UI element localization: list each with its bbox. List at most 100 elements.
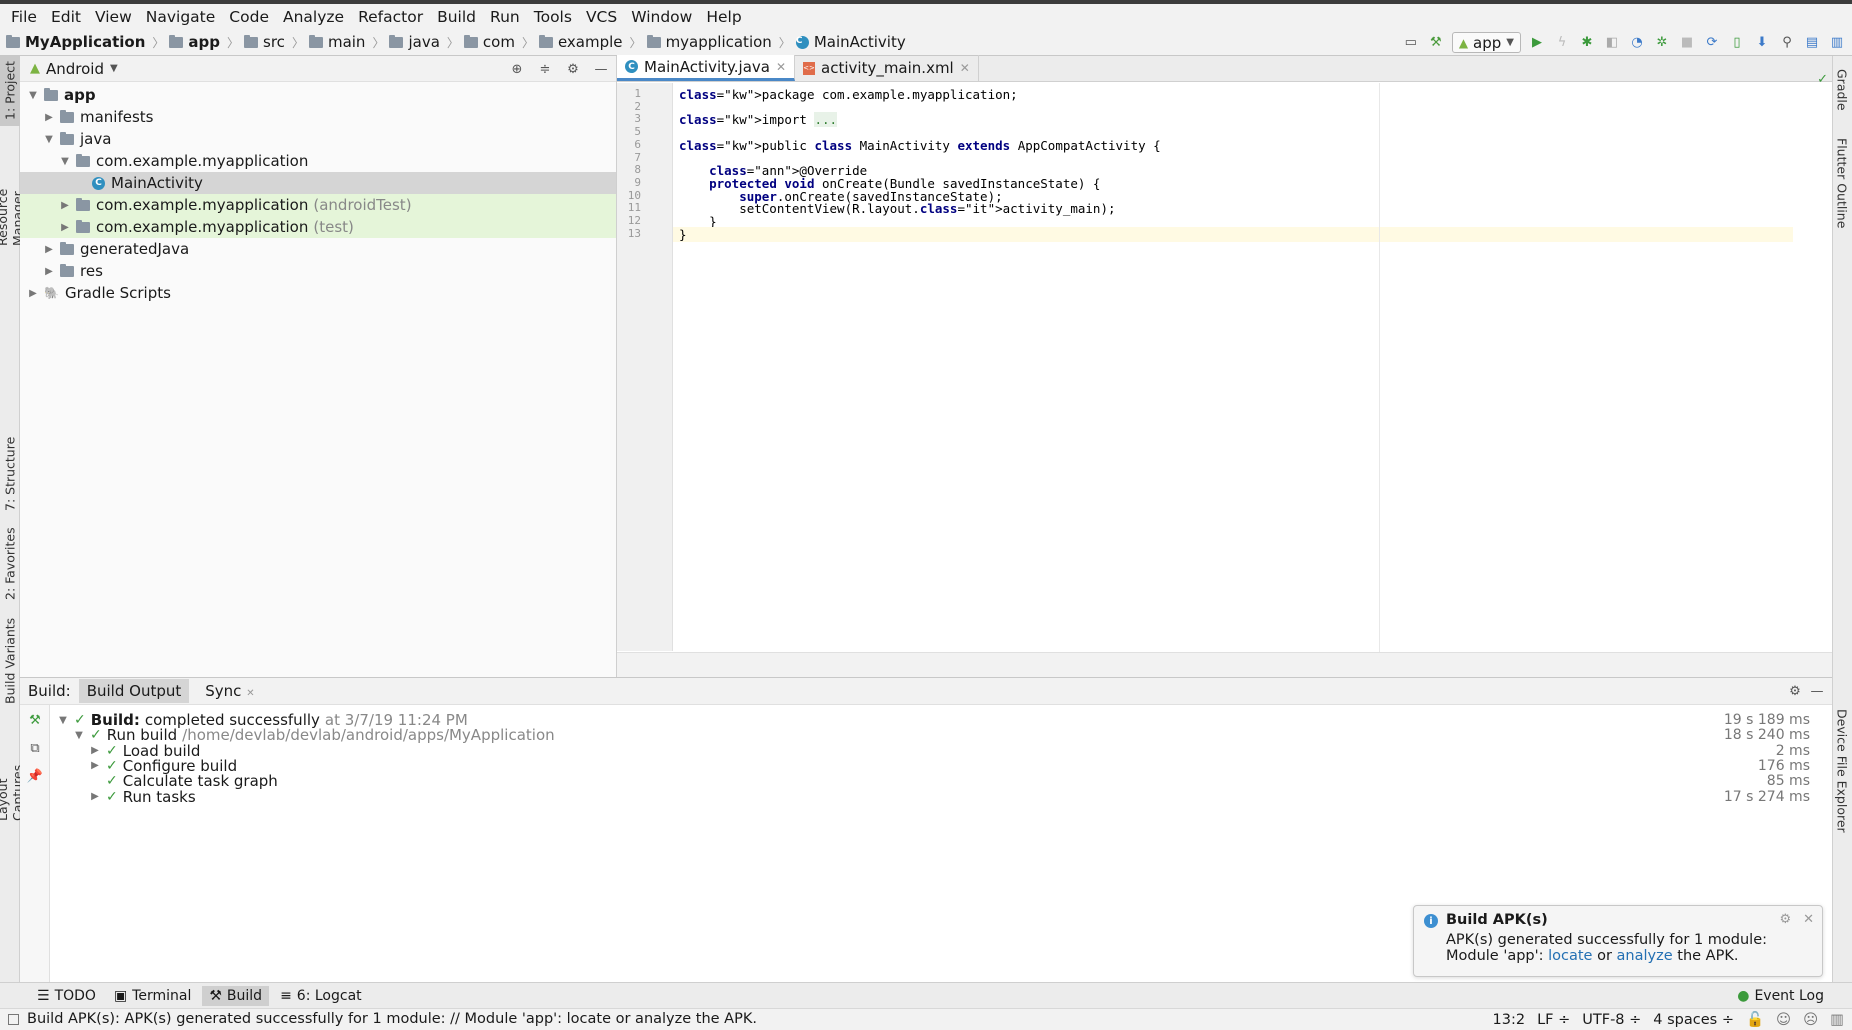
menu-build[interactable]: Build: [430, 8, 483, 26]
gear-icon[interactable]: ⚙: [564, 60, 582, 78]
rebuild-hammer-icon[interactable]: ⚒: [26, 711, 44, 729]
menu-edit[interactable]: Edit: [44, 8, 88, 26]
tab-sync[interactable]: Sync ✕: [197, 679, 262, 703]
breadcrumb-src[interactable]: src: [244, 33, 285, 51]
lock-icon[interactable]: 🔓: [1746, 1011, 1764, 1028]
breadcrumb-com[interactable]: com: [463, 33, 515, 51]
expand-arrow-icon[interactable]: ▼: [56, 715, 70, 726]
tab-structure[interactable]: 7: Structure: [0, 436, 20, 511]
analyze-link[interactable]: analyze: [1617, 948, 1673, 964]
tab-mainactivity-java[interactable]: C MainActivity.java ✕: [617, 55, 796, 81]
locate-target-icon[interactable]: ⊕: [508, 60, 526, 78]
menu-tools[interactable]: Tools: [527, 8, 579, 26]
gear-icon[interactable]: ⚙: [1779, 912, 1791, 927]
run-configuration-dropdown[interactable]: ▲ app ▼: [1451, 32, 1521, 53]
collapse-arrow-icon[interactable]: ▶: [88, 760, 102, 771]
tab-build[interactable]: ⚒ Build: [202, 985, 270, 1006]
tree-item[interactable]: C MainActivity: [20, 172, 616, 194]
debug-icon[interactable]: ✱: [1578, 34, 1596, 52]
smiley-icon[interactable]: ☺: [1776, 1012, 1791, 1028]
locate-link[interactable]: locate: [1548, 948, 1592, 964]
expand-arrow-icon[interactable]: ▼: [58, 156, 72, 167]
tab-favorites[interactable]: 2: Favorites: [0, 526, 20, 601]
tree-item[interactable]: ▶ com.example.myapplication (test): [20, 216, 616, 238]
collapse-arrow-icon[interactable]: ▶: [42, 112, 56, 123]
menu-file[interactable]: File: [4, 8, 44, 26]
sdk-manager-icon[interactable]: ⬇: [1753, 34, 1771, 52]
status-message[interactable]: Build APK(s): APK(s) generated successfu…: [27, 1011, 757, 1027]
project-structure-icon[interactable]: ▤: [1803, 34, 1821, 52]
breadcrumb-example[interactable]: example: [538, 33, 623, 51]
minimize-icon[interactable]: —: [1808, 682, 1826, 700]
tab-terminal[interactable]: ▣ Terminal: [107, 986, 198, 1006]
menu-code[interactable]: Code: [222, 8, 276, 26]
menu-analyze[interactable]: Analyze: [276, 8, 351, 26]
breadcrumb-java[interactable]: java: [389, 33, 440, 51]
breadcrumb-myapplication[interactable]: myapplication: [646, 33, 772, 51]
collapse-arrow-icon[interactable]: ▶: [88, 791, 102, 802]
memory-indicator-icon[interactable]: ▥: [1830, 1012, 1844, 1028]
make-project-hammer-icon[interactable]: ⚒: [1427, 34, 1445, 52]
collapse-arrow-icon[interactable]: ▶: [42, 266, 56, 277]
tab-build-variants[interactable]: Build Variants: [0, 616, 20, 706]
tree-item[interactable]: ▶ com.example.myapplication (androidTest): [20, 194, 616, 216]
menu-refactor[interactable]: Refactor: [351, 8, 430, 26]
run-icon[interactable]: ▶: [1528, 34, 1546, 52]
breadcrumb-app[interactable]: app: [169, 33, 220, 51]
indent-settings[interactable]: 4 spaces ÷: [1653, 1012, 1734, 1028]
minimize-icon[interactable]: —: [592, 60, 610, 78]
menu-vcs[interactable]: VCS: [579, 8, 624, 26]
menu-view[interactable]: View: [88, 8, 139, 26]
tree-item[interactable]: ▶ generatedJava: [20, 238, 616, 260]
build-row[interactable]: ▶ ✓ Run tasks: [88, 788, 196, 806]
stop-icon[interactable]: ■: [1678, 34, 1696, 52]
menu-help[interactable]: Help: [699, 8, 748, 26]
close-icon[interactable]: ✕: [776, 60, 786, 74]
collapse-arrow-icon[interactable]: ▶: [58, 200, 72, 211]
pin-icon[interactable]: 📌: [26, 767, 44, 785]
tab-layout-captures[interactable]: Layout Captures: [0, 721, 25, 821]
tab-resource-manager[interactable]: Resource Manager: [0, 136, 25, 246]
avd-manager-icon[interactable]: ▯: [1728, 34, 1746, 52]
breadcrumb-project[interactable]: MyApplication: [6, 33, 145, 51]
toggle-view-icon[interactable]: ⧉: [26, 739, 44, 757]
tree-item[interactable]: ▶ res: [20, 260, 616, 282]
tree-item[interactable]: ▶ 🐘 Gradle Scripts: [20, 282, 616, 304]
collapse-all-icon[interactable]: ≑: [536, 60, 554, 78]
tree-item[interactable]: ▼ app: [20, 84, 616, 106]
frown-icon[interactable]: ☹: [1803, 1012, 1818, 1028]
tree-item[interactable]: ▼ com.example.myapplication: [20, 150, 616, 172]
caret-position[interactable]: 13:2: [1493, 1012, 1526, 1028]
expand-arrow-icon[interactable]: ▼: [72, 730, 86, 741]
sync-gradle-icon[interactable]: ⟳: [1703, 34, 1721, 52]
tab-device-file-explorer[interactable]: Device File Explorer: [1832, 706, 1852, 836]
run-with-coverage-icon[interactable]: ◧: [1603, 34, 1621, 52]
apply-changes-icon[interactable]: ϟ: [1553, 34, 1571, 52]
gear-icon[interactable]: ⚙: [1786, 682, 1804, 700]
breadcrumb-mainactivity[interactable]: C MainActivity: [795, 33, 906, 51]
chevron-down-icon[interactable]: ▼: [110, 63, 118, 74]
tree-item[interactable]: ▼ java: [20, 128, 616, 150]
attach-debugger-icon[interactable]: ✲: [1653, 34, 1671, 52]
profile-icon[interactable]: ◔: [1628, 34, 1646, 52]
event-log-button[interactable]: ● Event Log: [1737, 983, 1824, 1009]
tab-todo[interactable]: ☰ TODO: [30, 986, 103, 1006]
close-icon[interactable]: ✕: [960, 61, 970, 75]
menu-window[interactable]: Window: [624, 8, 699, 26]
status-toggle-icon[interactable]: [8, 1013, 19, 1025]
expand-arrow-icon[interactable]: ▼: [26, 90, 40, 101]
tree-item[interactable]: ▶ manifests: [20, 106, 616, 128]
collapse-arrow-icon[interactable]: ▶: [26, 288, 40, 299]
close-icon[interactable]: ✕: [1803, 912, 1814, 927]
tab-project[interactable]: 1: Project: [0, 56, 20, 126]
tab-build-output[interactable]: Build Output: [78, 679, 190, 703]
tab-logcat[interactable]: ≡ 6: Logcat: [273, 986, 369, 1006]
breadcrumb-main[interactable]: main: [308, 33, 365, 51]
search-icon[interactable]: ⚲: [1778, 34, 1796, 52]
tab-activity-main-xml[interactable]: <> activity_main.xml ✕: [795, 55, 979, 81]
menu-run[interactable]: Run: [483, 8, 527, 26]
close-icon[interactable]: ✕: [246, 688, 254, 699]
tab-flutter-outline[interactable]: Flutter Outline: [1832, 128, 1852, 238]
collapse-arrow-icon[interactable]: ▶: [42, 244, 56, 255]
tab-gradle[interactable]: Gradle: [1832, 60, 1852, 120]
